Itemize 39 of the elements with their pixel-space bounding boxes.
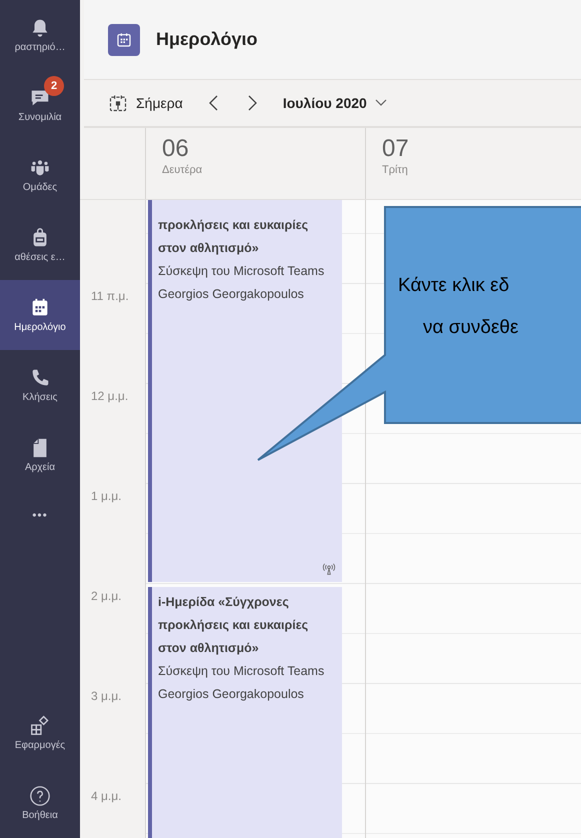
event-type: Σύσκεψη του Microsoft Teams: [158, 263, 326, 280]
today-icon: [108, 93, 128, 113]
chevron-down-icon: [374, 99, 387, 107]
unread-badge: 2: [44, 76, 64, 96]
sidebar-item[interactable]: •••: [0, 490, 80, 540]
help-icon: [29, 785, 51, 807]
event-title: i-Ημερίδα «Σύγχρονες προκλήσεις και ευκαιρίες στον αθλητισμό»: [158, 594, 310, 657]
time-label: 11 π.μ.: [91, 289, 129, 303]
sidebar-item[interactable]: Αρχεία: [0, 420, 80, 490]
time-label: 3 μ.μ.: [91, 689, 122, 703]
event-organizer: Georgios Georgakopoulos: [158, 286, 305, 303]
event-organizer: Georgios Georgakopoulos: [158, 686, 305, 703]
day-number: 07: [382, 136, 410, 162]
time-label: 4 μ.μ.: [91, 789, 122, 803]
sidebar-item[interactable]: Ομάδες: [0, 140, 80, 210]
day-number: 06: [162, 136, 190, 162]
today-button[interactable]: Σήμερα: [108, 92, 183, 114]
callout-text: να συνδεθε: [423, 318, 518, 337]
event-title: προκλήσεις και ευκαιρίες στον αθλητισμό»: [158, 217, 310, 257]
sidebar-item[interactable]: αθέσεις ε…: [0, 210, 80, 280]
sidebar-item[interactable]: Εφαρμογές: [0, 698, 80, 768]
time-label: 1 μ.μ.: [91, 489, 122, 503]
time-label: 12 μ.μ.: [91, 389, 128, 403]
sidebar-item[interactable]: Ημερολόγιο: [0, 280, 80, 350]
sidebar-item[interactable]: ραστηριό…: [0, 0, 80, 70]
calendar-app-icon: [108, 24, 140, 56]
event-type: Σύσκεψη του Microsoft Teams: [158, 663, 326, 680]
weekday-label: Δευτέρα: [162, 163, 204, 178]
page-title: Ημερολόγιο: [156, 28, 258, 51]
sidebar-item[interactable]: Συνομιλία 2: [0, 70, 80, 140]
apps-icon: [29, 715, 51, 737]
month-picker[interactable]: Ιουλίου 2020: [282, 92, 387, 114]
callout-text: Κάντε κλικ εδ: [398, 276, 510, 295]
calendar-event[interactable]: i-Ημερίδα «Σύγχρονες προκλήσεις και ευκαιρίες στον αθλητισμό» Σύσκεψη του Microsoft Teams Georgios Georgakopoulos: [148, 587, 342, 838]
time-label: 2 μ.μ.: [91, 589, 122, 603]
sidebar-item[interactable]: Βοήθεια: [0, 768, 80, 838]
sidebar-item[interactable]: Κλήσεις: [0, 350, 80, 420]
calendar-event[interactable]: προκλήσεις και ευκαιρίες στον αθλητισμό» Σύσκεψη του Microsoft Teams Georgios Georgakopoulos: [148, 200, 342, 582]
weekday-label: Τρίτη: [382, 163, 409, 178]
